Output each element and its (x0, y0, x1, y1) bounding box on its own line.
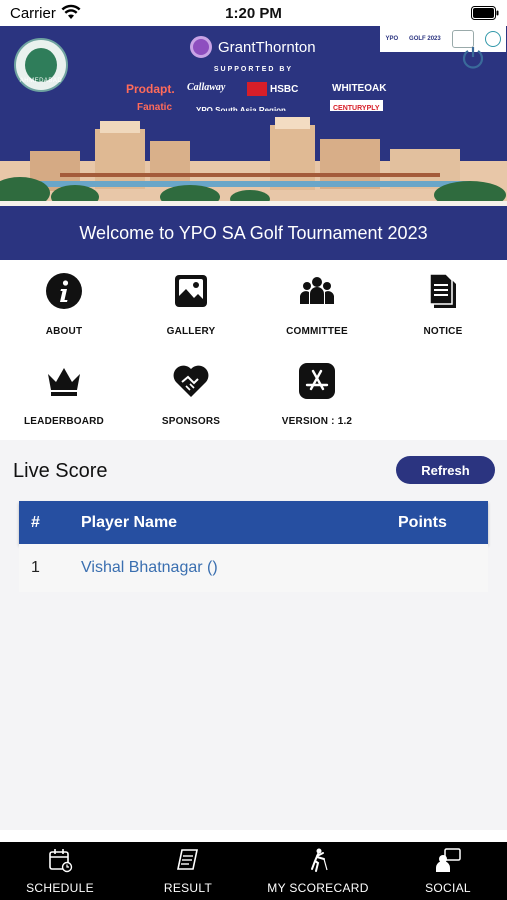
menu-item-version[interactable]: VERSION : 1.2 (254, 350, 380, 440)
column-header-number: # (31, 513, 40, 531)
grant-thornton-icon (190, 36, 212, 58)
main-sponsor-logo: GrantThornton (190, 36, 316, 58)
tab-result[interactable]: RESULT (136, 842, 240, 900)
menu-grid: ABOUT GALLERY COMMITTEE NOTICE LEADERBOA… (0, 260, 507, 440)
tab-social[interactable]: SOCIAL (396, 842, 500, 900)
crown-icon (48, 368, 80, 396)
column-header-player-name: Player Name (81, 513, 178, 531)
calendar-icon (49, 849, 73, 873)
clock: 1:20 PM (225, 5, 282, 22)
column-header-points: Points (398, 513, 447, 531)
handshake-heart-icon (173, 365, 209, 397)
app-store-icon (299, 363, 335, 399)
social-icon (436, 848, 461, 872)
battery-icon (471, 6, 499, 20)
table-header: # Player Name Points (19, 501, 488, 544)
info-icon (46, 273, 82, 309)
live-score-title: Live Score (13, 460, 108, 482)
row-player-name[interactable]: Vishal Bhatnagar () (81, 559, 398, 577)
tab-schedule[interactable]: SCHEDULE (8, 842, 112, 900)
notice-icon (429, 273, 456, 308)
menu-item-leaderboard[interactable]: LEADERBOARD (1, 350, 127, 440)
refresh-button[interactable]: Refresh (396, 456, 495, 484)
menu-item-sponsors[interactable]: SPONSORS (128, 350, 254, 440)
welcome-text: Welcome to YPO SA Golf Tournament 2023 (79, 222, 428, 243)
menu-item-about[interactable]: ABOUT (1, 260, 127, 350)
partner-logos: YPO GOLF 2023 (380, 26, 506, 52)
committee-icon (300, 277, 334, 304)
palace-illustration (0, 111, 507, 206)
logout-power-icon[interactable] (459, 44, 487, 72)
gallery-icon (175, 275, 207, 307)
club-city: AHMEDABAD (19, 78, 63, 84)
tab-my-scorecard[interactable]: MY SCORECARD (262, 842, 374, 900)
hsbc-hexagon-icon (247, 82, 267, 96)
event-banner: AHMEDABAD GrantThornton SUPPORTED BY Pro… (0, 26, 507, 206)
menu-item-notice[interactable]: NOTICE (380, 260, 506, 350)
menu-item-committee[interactable]: COMMITTEE (254, 260, 380, 350)
sponsor-whiteoak: WHITEOAK (332, 83, 387, 94)
score-table: # Player Name Points 1 Vishal Bhatnagar … (19, 501, 488, 592)
menu-item-gallery[interactable]: GALLERY (128, 260, 254, 350)
sponsor-callaway: Callaway (187, 82, 226, 93)
row-rank: 1 (31, 559, 40, 576)
sponsor-prodapt: Prodapt. (126, 82, 175, 96)
sponsor-hsbc: HSBC (270, 84, 299, 95)
status-bar: Carrier 1:20 PM (0, 0, 507, 26)
ypo-logo: YPO (385, 36, 399, 42)
golfer-icon (311, 848, 328, 872)
live-score-section: Live Score Refresh # Player Name Points … (0, 440, 507, 830)
golf-logo: GOLF 2023 (409, 36, 441, 42)
welcome-bar: Welcome to YPO SA Golf Tournament 2023 (0, 206, 507, 260)
supported-by-label: SUPPORTED BY (213, 66, 294, 73)
result-icon (177, 849, 198, 870)
bottom-tab-bar: SCHEDULE RESULT MY SCORECARD SOCIAL (0, 842, 507, 900)
divider (0, 830, 507, 842)
table-row[interactable]: 1 Vishal Bhatnagar () (19, 544, 488, 592)
